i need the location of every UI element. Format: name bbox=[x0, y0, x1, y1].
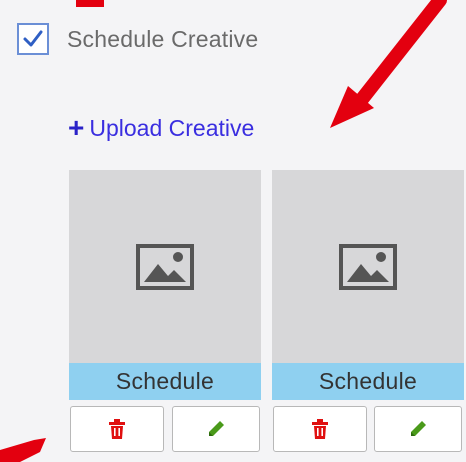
annotation-arrow-fragment bbox=[76, 0, 104, 7]
schedule-creative-row: Schedule Creative bbox=[17, 23, 258, 55]
creative-thumbnail[interactable] bbox=[69, 170, 261, 363]
edit-creative-button[interactable] bbox=[374, 406, 462, 452]
schedule-creative-checkbox[interactable] bbox=[17, 23, 49, 55]
pencil-icon bbox=[209, 421, 224, 436]
schedule-button[interactable]: Schedule bbox=[69, 363, 261, 400]
schedule-creative-label: Schedule Creative bbox=[67, 25, 259, 52]
annotation-arrow-upload bbox=[330, 0, 447, 128]
upload-creative-label: Upload Creative bbox=[89, 114, 255, 141]
pencil-icon bbox=[411, 421, 426, 436]
creative-thumbnail[interactable] bbox=[272, 170, 464, 363]
annotation-arrow-fragment bbox=[0, 438, 46, 462]
delete-creative-button[interactable] bbox=[273, 406, 367, 452]
plus-icon: + bbox=[68, 112, 85, 143]
image-placeholder-icon bbox=[339, 243, 397, 290]
creative-panel: Schedule Creative + Upload Creative Sche… bbox=[0, 0, 466, 462]
schedule-button[interactable]: Schedule bbox=[272, 363, 464, 400]
trash-icon bbox=[109, 419, 125, 439]
upload-creative-link[interactable]: + Upload Creative bbox=[68, 114, 254, 142]
creative-card: Schedule bbox=[272, 170, 464, 400]
image-placeholder-icon bbox=[136, 243, 194, 290]
delete-creative-button[interactable] bbox=[70, 406, 164, 452]
trash-icon bbox=[312, 419, 328, 439]
checkmark-icon bbox=[23, 30, 43, 47]
edit-creative-button[interactable] bbox=[172, 406, 260, 452]
creative-card: Schedule bbox=[69, 170, 261, 400]
